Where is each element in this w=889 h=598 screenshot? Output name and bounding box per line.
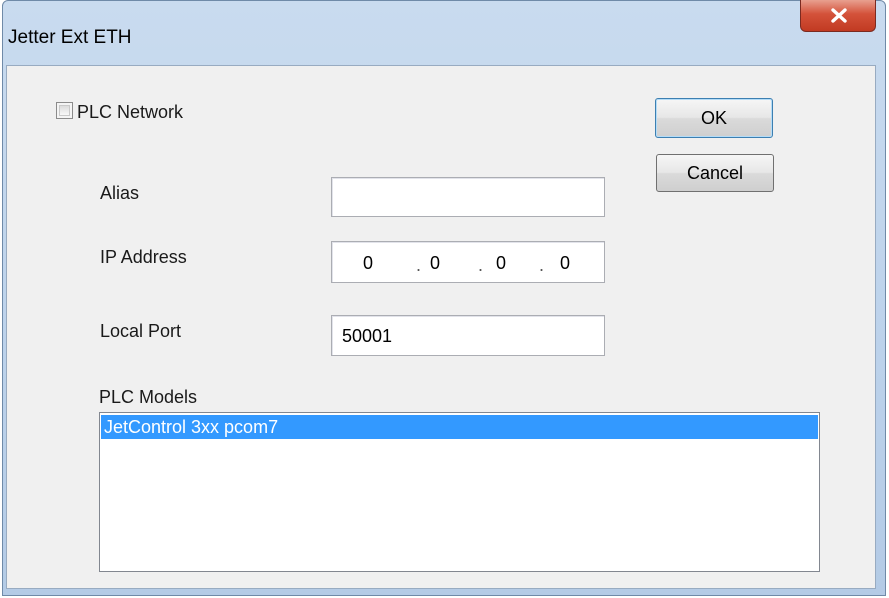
plc-network-label[interactable]: PLC Network xyxy=(77,102,183,123)
local-port-label: Local Port xyxy=(100,321,182,341)
ip-separator: . xyxy=(416,255,422,275)
plc-network-checkbox[interactable] xyxy=(56,102,73,119)
ip-address-input[interactable]: 0 . 0 . 0 . 0 xyxy=(331,241,605,283)
ip-separator: . xyxy=(478,255,484,275)
plc-models-label: PLC Models xyxy=(99,387,198,407)
list-item-selected[interactable]: JetControl 3xx pcom7 xyxy=(101,415,818,439)
ip-octet-3[interactable]: 0 xyxy=(496,253,506,274)
ip-separator: . xyxy=(539,255,545,275)
cancel-button[interactable]: Cancel xyxy=(656,154,774,192)
ok-button[interactable]: OK xyxy=(655,98,773,138)
close-button[interactable] xyxy=(800,0,876,32)
alias-input[interactable] xyxy=(331,177,605,217)
local-port-value: 50001 xyxy=(342,326,393,346)
ip-octet-1[interactable]: 0 xyxy=(363,253,373,274)
local-port-input[interactable]: 50001 xyxy=(331,315,605,356)
ip-octet-2[interactable]: 0 xyxy=(430,253,440,274)
window-title: Jetter Ext ETH xyxy=(8,27,132,48)
close-icon xyxy=(831,8,847,23)
ip-octet-4[interactable]: 0 xyxy=(560,253,570,274)
plc-models-listbox[interactable]: JetControl 3xx pcom7 xyxy=(99,412,820,572)
ip-address-label: IP Address xyxy=(100,247,187,267)
alias-label: Alias xyxy=(100,183,140,203)
